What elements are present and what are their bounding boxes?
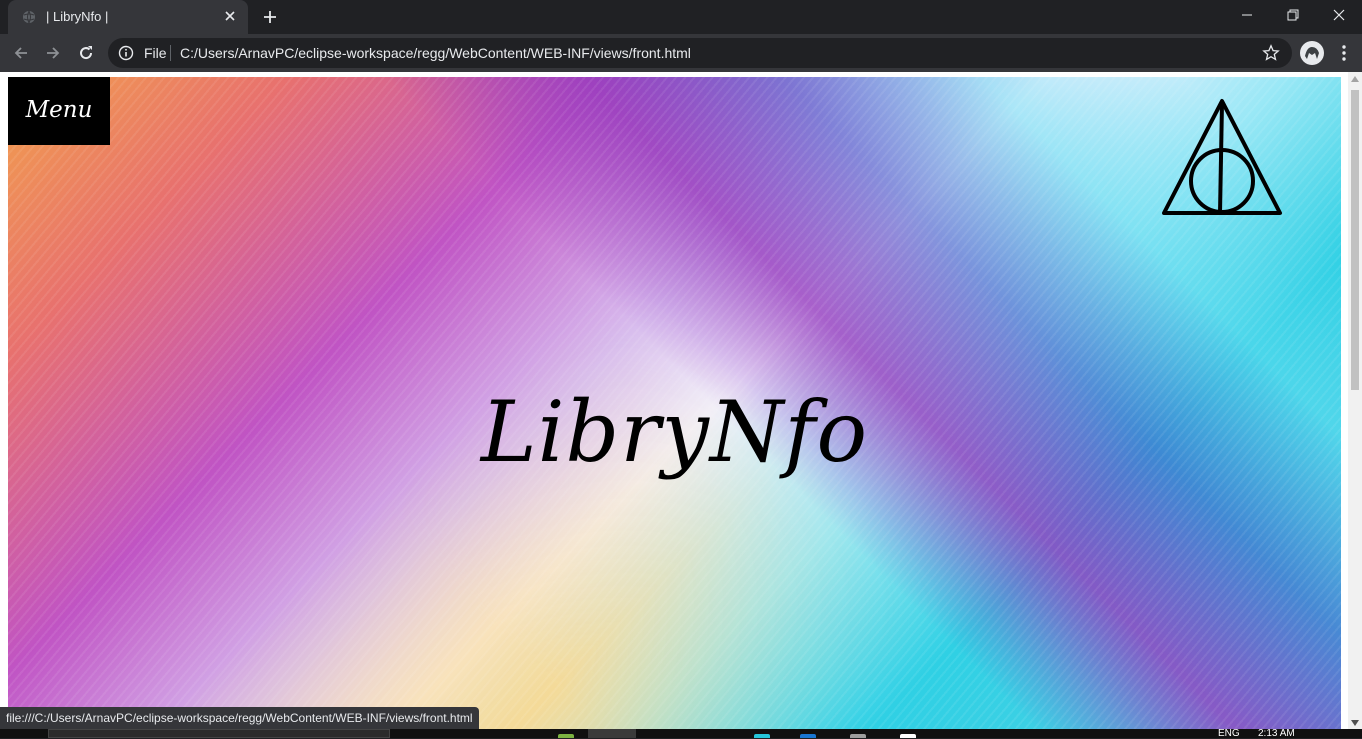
- os-taskbar: ENG 2:13 AM: [0, 729, 1362, 739]
- profile-avatar[interactable]: [1300, 41, 1324, 65]
- minimize-button[interactable]: [1224, 0, 1270, 30]
- reload-button[interactable]: [73, 40, 99, 66]
- menu-button[interactable]: Menu: [8, 77, 110, 145]
- link-status-bubble: file:///C:/Users/ArnavPC/eclipse-workspa…: [0, 707, 479, 729]
- bookmark-star-icon[interactable]: [1262, 44, 1280, 62]
- deathly-hallows-icon: [1162, 99, 1282, 215]
- info-icon[interactable]: [118, 45, 134, 61]
- brand-title: LibryNfo: [480, 383, 869, 481]
- back-button[interactable]: [8, 40, 34, 66]
- close-icon: [1333, 9, 1345, 21]
- minimize-icon: [1242, 14, 1252, 16]
- scheme-label: File: [144, 45, 167, 61]
- vertical-scrollbar[interactable]: [1348, 72, 1362, 738]
- back-arrow-icon: [14, 47, 27, 59]
- url-text[interactable]: C:/Users/ArnavPC/eclipse-workspace/regg/…: [180, 45, 691, 61]
- restore-button[interactable]: [1270, 0, 1316, 30]
- taskbar-app-icon[interactable]: [850, 734, 866, 738]
- address-bar[interactable]: File C:/Users/ArnavPC/eclipse-workspace/…: [108, 38, 1292, 68]
- scroll-up-icon[interactable]: [1351, 76, 1359, 82]
- hero-background: Menu LibryNfo: [8, 77, 1341, 738]
- profile-icon: [1301, 42, 1323, 64]
- forward-arrow-icon: [47, 47, 60, 59]
- restore-icon: [1287, 9, 1299, 21]
- taskbar-app-icon[interactable]: [754, 734, 770, 738]
- page-viewport: Menu LibryNfo: [0, 72, 1362, 738]
- taskbar-app-icon[interactable]: [800, 734, 816, 738]
- more-menu-icon[interactable]: [1334, 42, 1354, 64]
- taskbar-app-icon[interactable]: [558, 734, 574, 738]
- browser-tab[interactable]: | LibryNfo |: [8, 0, 248, 34]
- globe-icon: [23, 10, 35, 24]
- tab-strip: | LibryNfo |: [0, 0, 1362, 34]
- forward-button[interactable]: [40, 40, 66, 66]
- scroll-down-icon[interactable]: [1351, 720, 1359, 726]
- close-tab-icon[interactable]: [222, 8, 238, 24]
- taskbar-active-app[interactable]: [588, 729, 636, 738]
- scrollbar-thumb[interactable]: [1351, 90, 1359, 390]
- new-tab-icon[interactable]: [260, 7, 280, 27]
- taskbar-search-box[interactable]: [48, 729, 390, 738]
- tab-title: | LibryNfo |: [46, 9, 109, 24]
- close-window-button[interactable]: [1316, 0, 1362, 30]
- omnibox-divider: [170, 45, 171, 61]
- taskbar-app-icon[interactable]: [900, 734, 916, 738]
- reload-icon: [80, 46, 93, 60]
- browser-toolbar: File C:/Users/ArnavPC/eclipse-workspace/…: [0, 34, 1362, 72]
